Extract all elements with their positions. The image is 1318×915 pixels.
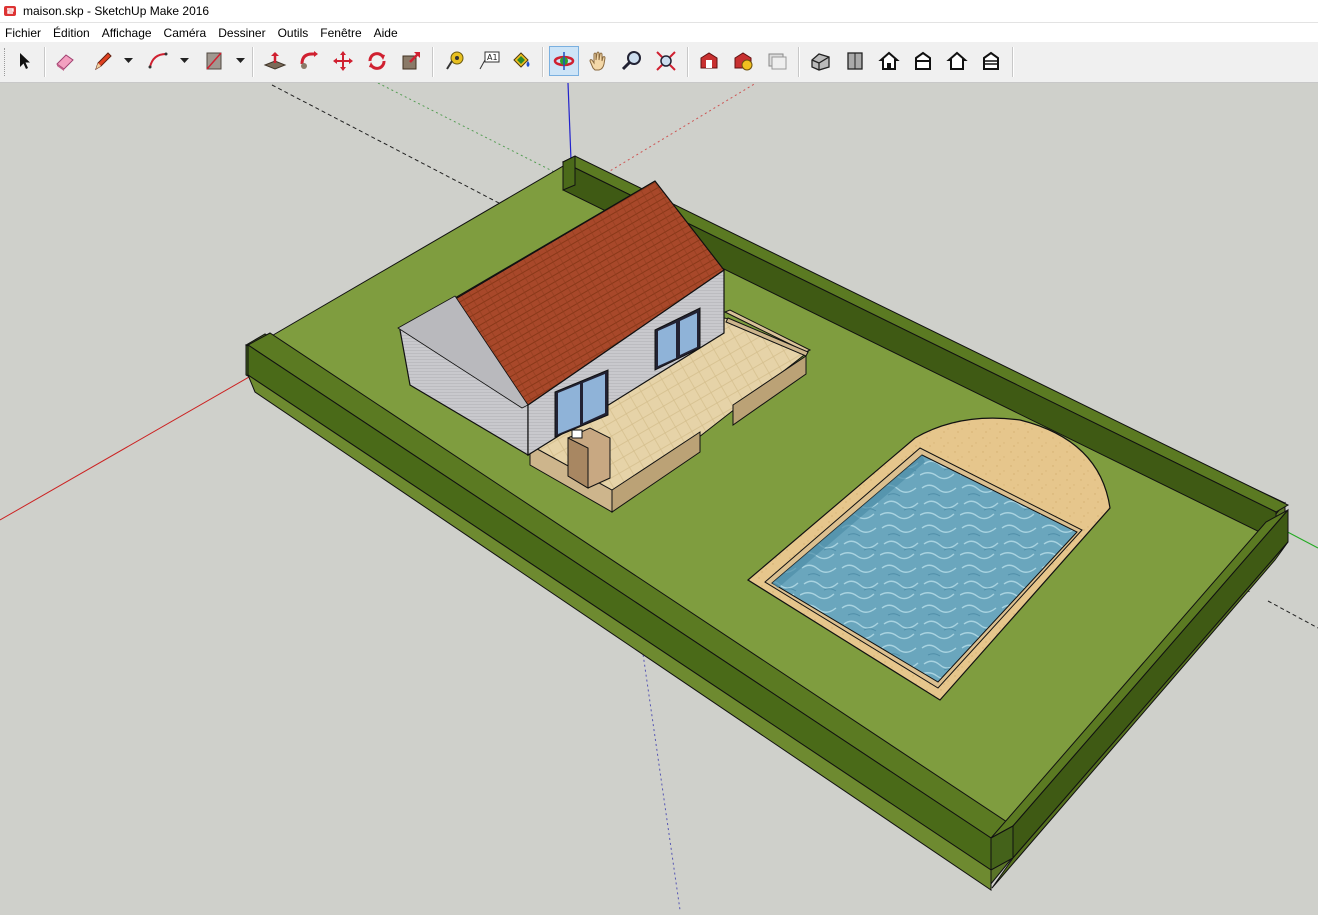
toolbar-separator bbox=[252, 47, 254, 77]
chevron-down-icon bbox=[235, 58, 245, 63]
scale-tool-button[interactable] bbox=[396, 46, 426, 76]
tape-measure-tool-button[interactable] bbox=[440, 46, 470, 76]
svg-text:A1: A1 bbox=[487, 53, 498, 62]
chevron-down-icon bbox=[123, 58, 133, 63]
top-view-icon bbox=[847, 52, 863, 70]
chevron-down-icon bbox=[179, 58, 189, 63]
menu-fenetre[interactable]: Fenêtre bbox=[315, 26, 368, 40]
menu-affichage[interactable]: Affichage bbox=[97, 26, 159, 40]
rotate-tool-button[interactable] bbox=[362, 46, 392, 76]
window-title: maison.skp - SketchUp Make 2016 bbox=[23, 4, 210, 18]
pencil-line-tool-button[interactable] bbox=[88, 46, 118, 76]
pencil-dropdown[interactable] bbox=[122, 46, 134, 76]
iso-view-button[interactable] bbox=[806, 46, 836, 76]
3d-warehouse-button[interactable] bbox=[694, 46, 724, 76]
title-bar: maison.skp - SketchUp Make 2016 bbox=[0, 0, 1318, 23]
shape-dropdown[interactable] bbox=[234, 46, 246, 76]
barbecue[interactable] bbox=[567, 427, 611, 489]
select-tool-button[interactable] bbox=[10, 46, 40, 76]
follow-me-tool-button[interactable] bbox=[294, 46, 324, 76]
move-tool-button[interactable] bbox=[328, 46, 358, 76]
toolbar-separator bbox=[687, 47, 689, 77]
zoom-extents-tool-button[interactable] bbox=[651, 46, 681, 76]
orbit-tool-button[interactable] bbox=[549, 46, 579, 76]
top-view-button[interactable] bbox=[840, 46, 870, 76]
layout-icon bbox=[768, 53, 787, 70]
sketchup-logo-icon bbox=[4, 6, 16, 16]
hand-pan-icon bbox=[589, 51, 606, 71]
warehouse-icon bbox=[700, 52, 718, 69]
arc-dropdown[interactable] bbox=[178, 46, 190, 76]
menu-bar: Fichier Édition Affichage Caméra Dessine… bbox=[0, 23, 1318, 42]
tape-measure-icon bbox=[446, 51, 464, 70]
pencil-icon bbox=[95, 52, 112, 71]
select-arrow-icon bbox=[20, 53, 30, 69]
rotate-icon bbox=[368, 52, 386, 70]
left-house-icon bbox=[983, 51, 999, 70]
pan-tool-button[interactable] bbox=[583, 46, 613, 76]
menu-edition[interactable]: Édition bbox=[48, 26, 97, 40]
rectangle-icon bbox=[206, 52, 222, 70]
follow-me-icon bbox=[300, 51, 318, 69]
back-view-button[interactable] bbox=[942, 46, 972, 76]
front-house-icon bbox=[878, 51, 900, 70]
menu-camera[interactable]: Caméra bbox=[159, 26, 214, 40]
arc-icon bbox=[148, 52, 168, 69]
toolbar-separator bbox=[798, 47, 800, 77]
left-view-button[interactable] bbox=[976, 46, 1006, 76]
front-view-button[interactable] bbox=[874, 46, 904, 76]
menu-fichier[interactable]: Fichier bbox=[0, 26, 48, 40]
arc-tool-button[interactable] bbox=[143, 46, 173, 76]
push-pull-tool-button[interactable] bbox=[260, 46, 290, 76]
push-pull-icon bbox=[263, 52, 287, 70]
scale-icon bbox=[402, 52, 420, 70]
text-tool-button[interactable]: A1 bbox=[474, 46, 504, 76]
iso-house-icon bbox=[811, 53, 830, 71]
toolbar-separator bbox=[542, 47, 544, 77]
zoom-tool-button[interactable] bbox=[617, 46, 647, 76]
magnifier-icon bbox=[621, 51, 641, 71]
rectangle-tool-button[interactable] bbox=[199, 46, 229, 76]
move-icon bbox=[333, 51, 353, 71]
3d-viewport[interactable] bbox=[0, 82, 1318, 911]
toolbar-separator bbox=[1012, 47, 1014, 77]
toolbar-grip[interactable] bbox=[4, 48, 8, 76]
right-view-button[interactable] bbox=[908, 46, 938, 76]
menu-outils[interactable]: Outils bbox=[273, 26, 316, 40]
text-label-icon: A1 bbox=[479, 51, 500, 70]
orbit-icon bbox=[553, 52, 575, 70]
right-house-icon bbox=[915, 51, 931, 70]
eraser-icon bbox=[56, 54, 74, 71]
toolbar-separator bbox=[44, 47, 46, 77]
paint-bucket-tool-button[interactable] bbox=[506, 46, 536, 76]
toolbar: A1 bbox=[0, 42, 1318, 83]
menu-dessiner[interactable]: Dessiner bbox=[213, 26, 272, 40]
eraser-tool-button[interactable] bbox=[50, 46, 80, 76]
paint-bucket-icon bbox=[513, 52, 530, 68]
layout-send-button[interactable] bbox=[762, 46, 792, 76]
toolbar-separator bbox=[432, 47, 434, 77]
model-canvas[interactable] bbox=[0, 82, 1318, 911]
extension-icon bbox=[734, 52, 753, 71]
back-house-icon bbox=[946, 51, 968, 70]
zoom-extents-icon bbox=[656, 51, 676, 71]
extension-warehouse-button[interactable] bbox=[728, 46, 758, 76]
menu-aide[interactable]: Aide bbox=[369, 26, 405, 40]
